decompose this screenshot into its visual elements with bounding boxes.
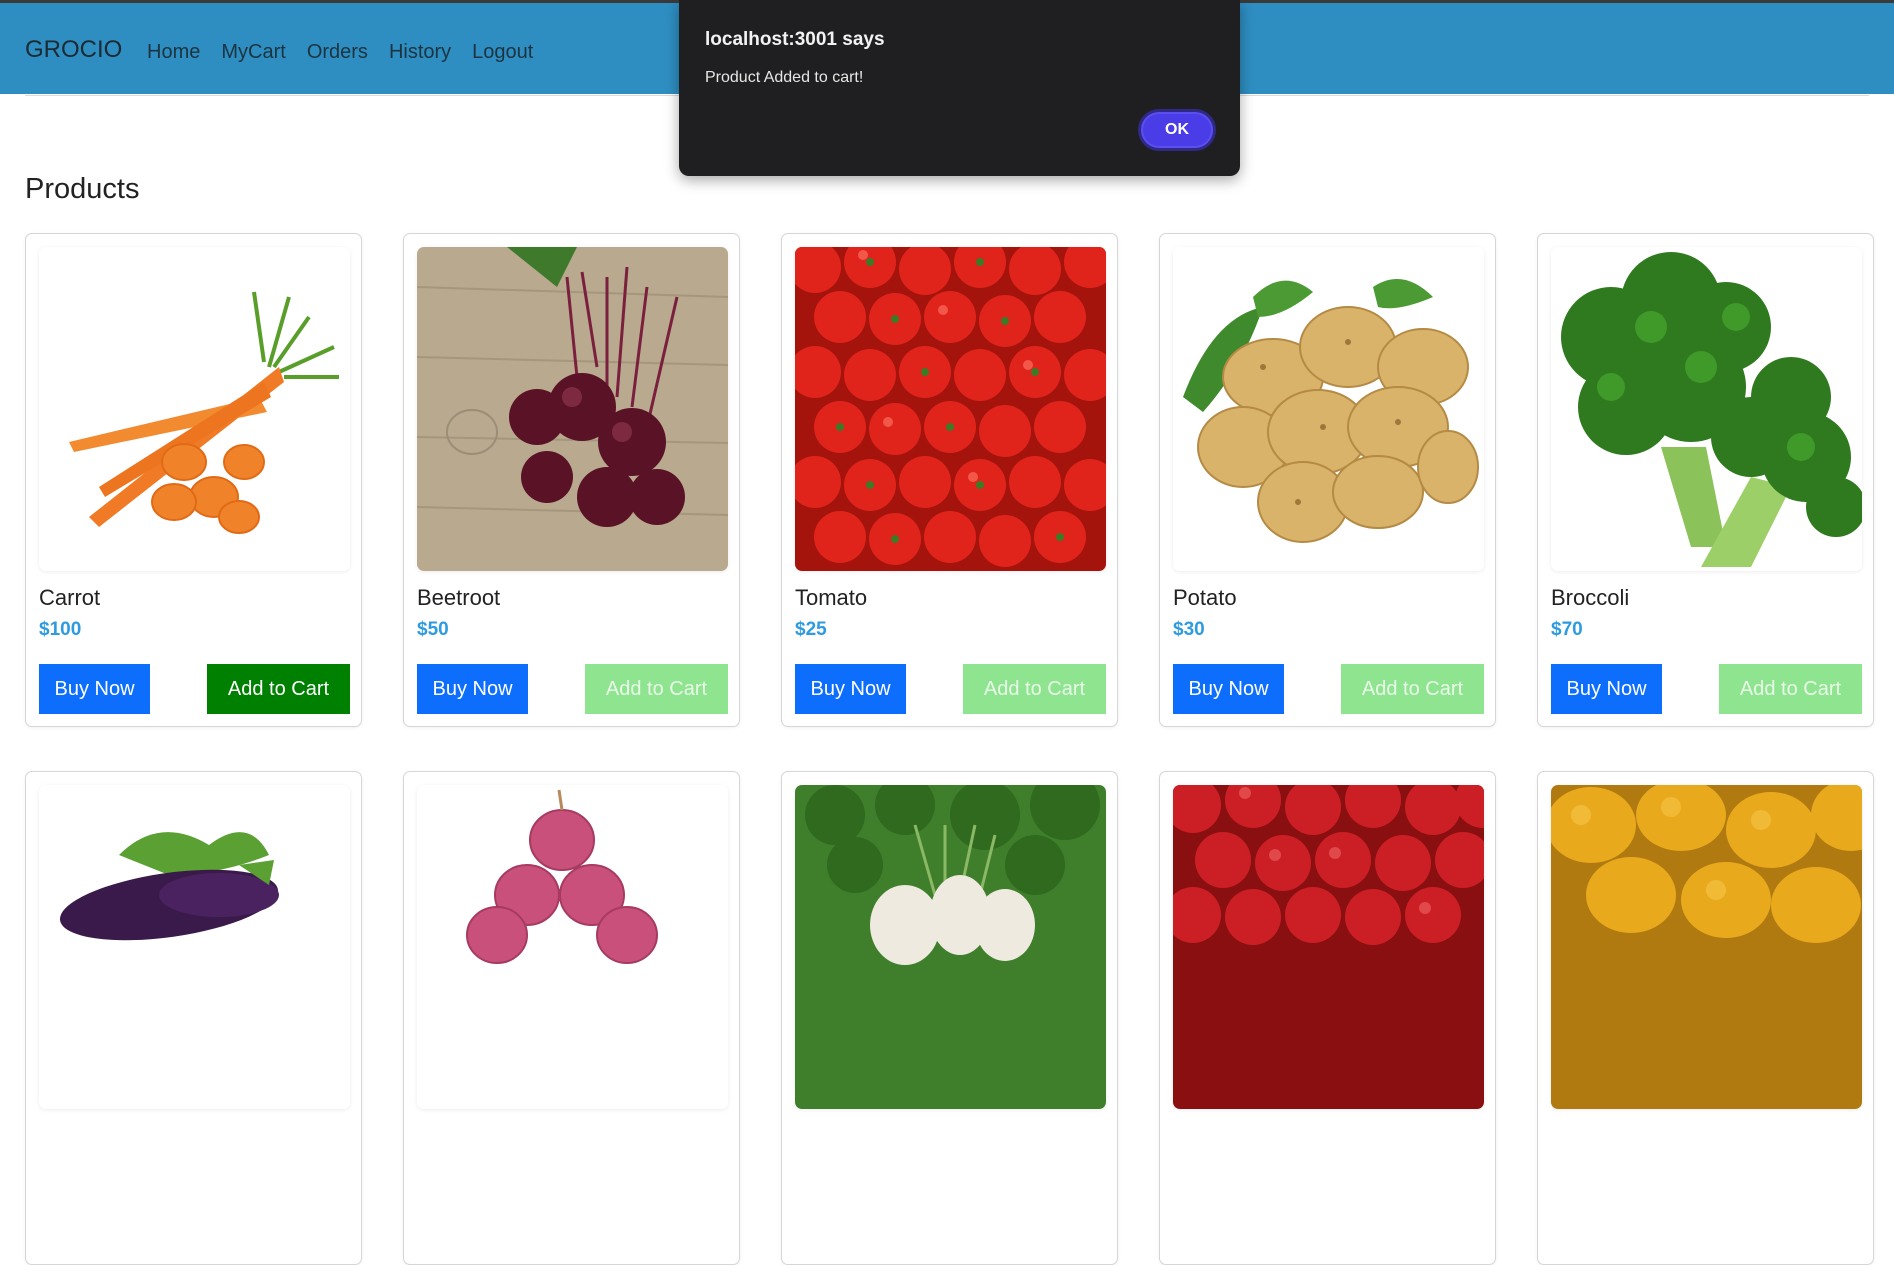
product-price: $70 bbox=[1551, 619, 1583, 640]
product-price: $30 bbox=[1173, 619, 1205, 640]
product-card bbox=[403, 771, 740, 1265]
eggplant-image[interactable] bbox=[39, 785, 350, 1109]
product-name: Carrot bbox=[39, 585, 101, 610]
tomato-image[interactable] bbox=[795, 247, 1106, 571]
product-card: Beetroot $50 Buy Now Add to Cart bbox=[403, 233, 740, 727]
product-card bbox=[25, 771, 362, 1265]
nav-link-home[interactable]: Home bbox=[147, 41, 200, 64]
radish-image[interactable] bbox=[795, 785, 1106, 1109]
product-card bbox=[1159, 771, 1496, 1265]
product-grid: Carrot $100 Buy Now Add to Cart Beetroot… bbox=[25, 233, 1875, 1265]
product-name: Beetroot bbox=[417, 585, 501, 610]
product-name: Tomato bbox=[795, 585, 868, 610]
add-to-cart-button[interactable]: Add to Cart bbox=[585, 664, 728, 714]
nav-link-mycart[interactable]: MyCart bbox=[221, 41, 285, 64]
nav-link-history[interactable]: History bbox=[389, 41, 451, 64]
buy-now-button[interactable]: Buy Now bbox=[1173, 664, 1284, 714]
product-price: $100 bbox=[39, 619, 82, 640]
product-card: Potato $30 Buy Now Add to Cart bbox=[1159, 233, 1496, 727]
brand-logo[interactable]: GROCIO bbox=[25, 36, 122, 64]
product-card: Broccoli $70 Buy Now Add to Cart bbox=[1537, 233, 1874, 727]
buy-now-button[interactable]: Buy Now bbox=[39, 664, 150, 714]
product-price: $25 bbox=[795, 619, 827, 640]
add-to-cart-button[interactable]: Add to Cart bbox=[963, 664, 1106, 714]
broccoli-image[interactable] bbox=[1551, 247, 1862, 571]
mango-image[interactable] bbox=[1551, 785, 1862, 1109]
beetroot-image[interactable] bbox=[417, 247, 728, 571]
dialog-title: localhost:3001 says bbox=[705, 29, 885, 50]
add-to-cart-button[interactable]: Add to Cart bbox=[1719, 664, 1862, 714]
product-name: Broccoli bbox=[1551, 585, 1630, 610]
onion-image[interactable] bbox=[417, 785, 728, 1109]
buy-now-button[interactable]: Buy Now bbox=[417, 664, 528, 714]
nav-link-orders[interactable]: Orders bbox=[307, 41, 368, 64]
product-name: Potato bbox=[1173, 585, 1237, 610]
alert-dialog: localhost:3001 says Product Added to car… bbox=[679, 0, 1240, 176]
add-to-cart-button[interactable]: Add to Cart bbox=[207, 664, 350, 714]
potato-image[interactable] bbox=[1173, 247, 1484, 571]
product-price: $50 bbox=[417, 619, 449, 640]
nav-links: Home MyCart Orders History Logout bbox=[147, 41, 533, 64]
page-title: Products bbox=[25, 173, 140, 205]
apple-image[interactable] bbox=[1173, 785, 1484, 1109]
dialog-message: Product Added to cart! bbox=[705, 69, 864, 86]
product-card: Carrot $100 Buy Now Add to Cart bbox=[25, 233, 362, 727]
ok-button[interactable]: OK bbox=[1138, 109, 1216, 151]
buy-now-button[interactable]: Buy Now bbox=[1551, 664, 1662, 714]
product-card: Tomato $25 Buy Now Add to Cart bbox=[781, 233, 1118, 727]
product-card bbox=[781, 771, 1118, 1265]
product-card bbox=[1537, 771, 1874, 1265]
add-to-cart-button[interactable]: Add to Cart bbox=[1341, 664, 1484, 714]
buy-now-button[interactable]: Buy Now bbox=[795, 664, 906, 714]
carrot-image[interactable] bbox=[39, 247, 350, 571]
nav-link-logout[interactable]: Logout bbox=[472, 41, 533, 64]
